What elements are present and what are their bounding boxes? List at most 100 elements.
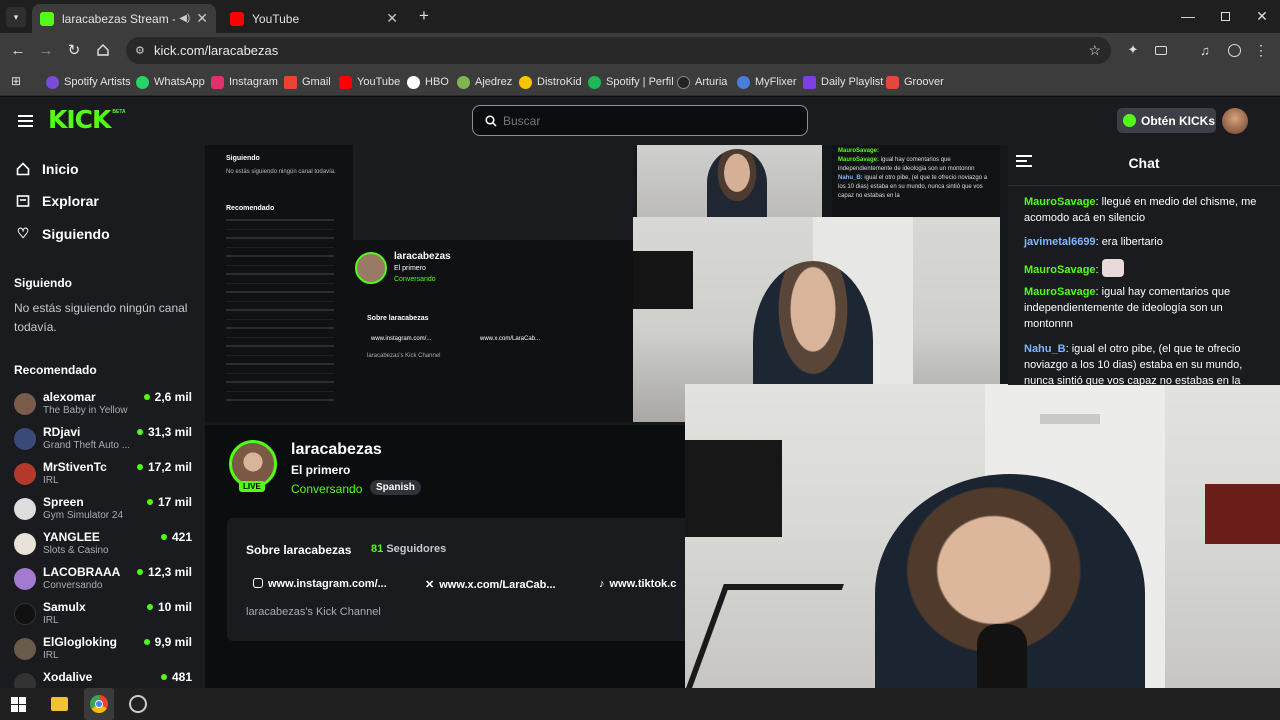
channel-category: IRL [43,475,59,486]
media-controls-icon[interactable]: ♫ [1196,41,1214,59]
chat-message: MauroSavage: llegué en medio del chisme,… [1024,196,1257,224]
wallet-icon[interactable] [1152,41,1170,59]
user-avatar[interactable] [1222,108,1248,134]
bookmark-arturia[interactable]: Arturia [677,73,727,91]
restore-icon[interactable] [1213,6,1237,26]
bookmark-distrokid[interactable]: DistroKid [519,73,582,91]
back-icon[interactable]: ← [8,40,28,60]
viewer-count: 481 [161,670,192,684]
bookmark-star-icon[interactable]: ☆ [1088,42,1101,59]
language-tag[interactable]: Spanish [370,480,421,495]
channel-item-elglogloking[interactable]: ElGlogloking IRL 9,9 mil [14,635,192,669]
channel-category: The Baby in Yellow [43,405,128,416]
hamburger-menu-icon[interactable] [18,115,33,127]
nav-explorar[interactable]: Explorar [16,193,99,209]
tiktok-link[interactable]: ♪ www.tiktok.c [599,578,676,590]
bookmark-label: Instagram [229,76,278,88]
kick-logo[interactable]: KICK BETA [48,107,126,133]
profile-icon[interactable] [1225,41,1243,59]
home-button-icon[interactable] [93,40,113,60]
bookmark-hbo[interactable]: HBO [407,73,449,91]
category-link[interactable]: Conversando [291,482,362,496]
reload-icon[interactable]: ↻ [64,40,84,60]
bookmark-groover[interactable]: Groover [886,73,944,91]
channel-item-mrstiventc[interactable]: MrStivenTc IRL 17,2 mil [14,460,192,494]
mini-channel-list [226,219,334,409]
stream-title: El primero [291,463,351,477]
obs-icon[interactable] [129,695,147,713]
close-tab-icon[interactable]: ✕ [386,10,398,27]
chat-username[interactable]: MauroSavage [1024,264,1096,276]
chat-username[interactable]: Nahu_B [1024,343,1066,355]
site-info-icon[interactable]: ⚙ [135,44,145,57]
chess-icon [457,75,470,89]
tab-kick[interactable]: laracabezas Stream - Watch ◀) ✕ [32,4,216,33]
channel-item-yanglee[interactable]: YANGLEE Slots & Casino 421 [14,530,192,564]
hbo-icon [407,75,420,89]
kick-favicon-icon [40,11,54,26]
close-window-icon[interactable]: ✕ [1250,6,1274,26]
channel-name[interactable]: laracabezas [291,441,382,459]
mini-avatar [355,252,387,284]
bookmark-label: Spotify Artists [64,76,131,88]
close-tab-icon[interactable]: ✕ [196,10,208,27]
bookmark-spotify-perfil[interactable]: Spotify | Perfil [588,73,674,91]
channel-name: MrStivenTc [43,460,107,474]
webcam-overlay [685,384,1280,688]
chat-message: Nahu_B: igual el otro pibe, (el que te o… [1024,343,1243,385]
chat-divider [1008,185,1280,186]
tab-youtube[interactable]: YouTube ✕ [222,4,406,33]
kick-coin-icon [1123,114,1136,127]
bookmark-instagram[interactable]: Instagram [211,73,278,91]
chrome-icon[interactable] [90,695,108,713]
instagram-icon [211,75,224,89]
windows-start-icon[interactable] [11,697,26,712]
avatar [14,568,36,590]
bookmark-whatsapp[interactable]: WhatsApp [136,73,205,91]
chat-username[interactable]: MauroSavage [1024,196,1096,208]
minimize-icon[interactable]: — [1176,6,1200,26]
bookmark-ajedrez[interactable]: Ajedrez [457,73,512,91]
get-kicks-button[interactable]: Obtén KICKs [1117,108,1216,133]
spotify-icon [588,75,601,89]
get-kicks-label: Obtén KICKs [1141,113,1216,128]
channel-name: Spreen [43,495,84,509]
channel-item-samulx[interactable]: Samulx IRL 10 mil [14,600,192,634]
chat-username[interactable]: javimetal6699 [1024,236,1096,248]
nav-inicio[interactable]: Inicio [16,161,79,177]
microphone [977,624,1027,688]
link-text: www.tiktok.c [609,578,677,590]
speaker-icon[interactable]: ◀) [179,13,190,24]
nav-siguiendo[interactable]: ♡ Siguiendo [16,225,110,242]
video-player[interactable]: Siguiendo No estás siguiendo ningún cana… [205,145,1008,425]
apps-grid-icon[interactable]: ⊞ [8,73,24,89]
bookmark-daily-playlist[interactable]: Daily Playlist [803,73,883,91]
bookmark-gmail[interactable]: Gmail [284,73,331,91]
bookmark-label: HBO [425,76,449,88]
bookmark-spotify-artists[interactable]: Spotify Artists [46,73,131,91]
chat-message: MauroSavage: [1024,259,1270,278]
new-tab-icon[interactable]: + [414,6,434,26]
avatar [14,638,36,660]
search-box[interactable] [472,105,808,136]
instagram-link[interactable]: www.instagram.com/... [253,578,387,590]
channel-item-alexomar[interactable]: alexomar The Baby in Yellow 2,6 mil [14,390,192,424]
channel-item-lacobraaa[interactable]: LACOBRAAA Conversando 12,3 mil [14,565,192,599]
bookmark-myflixer[interactable]: MyFlixer [737,73,797,91]
channel-item-spreen[interactable]: Spreen Gym Simulator 24 17 mil [14,495,192,529]
forward-icon[interactable]: → [36,40,56,60]
bookmark-youtube[interactable]: YouTube [339,73,400,91]
channel-item-rdjavi[interactable]: RDjavi Grand Theft Auto ... 31,3 mil [14,425,192,459]
file-explorer-icon[interactable] [51,697,68,711]
address-bar[interactable]: ⚙ kick.com/laracabezas ☆ [126,37,1111,64]
chat-username[interactable]: MauroSavage [1024,286,1096,298]
x-link[interactable]: ✕ www.x.com/LaraCab... [425,578,556,591]
bookmark-label: Groover [904,76,944,88]
nav-label: Inicio [42,161,79,177]
channel-item-xodalive[interactable]: Xodalive 481 [14,670,192,688]
extensions-icon[interactable]: ✦ [1124,41,1142,59]
tab-search-icon[interactable]: ▾ [6,7,26,27]
menu-kebab-icon[interactable]: ⋮ [1253,41,1269,59]
mini-about-title: Sobre laracabezas [367,315,429,322]
search-input[interactable] [503,113,783,128]
